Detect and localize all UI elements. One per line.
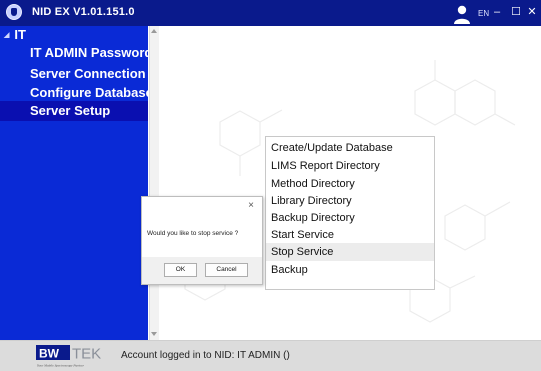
scroll-down-icon[interactable]: [151, 332, 157, 336]
status-text: Account logged in to NID: IT ADMIN (): [121, 350, 290, 361]
dialog-message: Would you like to stop service ?: [147, 230, 239, 237]
svg-text:TEK: TEK: [72, 346, 101, 363]
sidebar-scrollbar[interactable]: [149, 26, 159, 340]
minimize-button[interactable]: –: [488, 4, 506, 20]
sidebar-item-server-connection[interactable]: Server Connection: [0, 64, 148, 84]
server-setup-menu: Create/Update Database LIMS Report Direc…: [265, 136, 435, 290]
caret-expanded-icon[interactable]: ◢: [4, 32, 9, 39]
sidebar-root-label: IT: [14, 27, 26, 42]
ok-button[interactable]: OK: [164, 263, 197, 277]
menu-item-method-directory[interactable]: Method Directory: [266, 175, 434, 193]
menu-item-create-update-database[interactable]: Create/Update Database: [266, 139, 434, 157]
user-icon[interactable]: [451, 3, 473, 25]
sidebar-item-server-setup[interactable]: Server Setup: [0, 101, 148, 121]
cancel-button[interactable]: Cancel: [205, 263, 248, 277]
menu-item-library-directory[interactable]: Library Directory: [266, 192, 434, 210]
sidebar-item-configure-database[interactable]: Configure Database: [0, 83, 153, 103]
svg-text:BW: BW: [39, 347, 60, 361]
app-shield-icon: [6, 4, 22, 20]
menu-item-start-service[interactable]: Start Service: [266, 226, 434, 244]
menu-item-lims-report-directory[interactable]: LIMS Report Directory: [266, 157, 434, 175]
window-title: NID EX V1.01.151.0: [32, 6, 135, 18]
dialog-close-button[interactable]: ×: [244, 199, 258, 213]
menu-item-stop-service[interactable]: Stop Service: [266, 243, 434, 261]
sidebar-item-it-admin-password[interactable]: IT ADMIN Password: [0, 43, 152, 63]
close-button[interactable]: ✕: [523, 4, 541, 20]
stop-service-dialog: × Would you like to stop service ? OK Ca…: [141, 196, 263, 285]
menu-item-backup-directory[interactable]: Backup Directory: [266, 209, 434, 227]
bwtek-logo: BW TEK Your Mobile Spectroscopy Partner: [36, 345, 101, 368]
sidebar-root-it[interactable]: ◢ IT: [4, 27, 26, 42]
title-bar: NID EX V1.01.151.0 EN – ☐ ✕: [0, 0, 541, 26]
svg-text:Your Mobile Spectroscopy Partn: Your Mobile Spectroscopy Partner: [37, 364, 85, 368]
scroll-up-icon[interactable]: [151, 29, 157, 33]
menu-item-backup[interactable]: Backup: [266, 261, 434, 279]
